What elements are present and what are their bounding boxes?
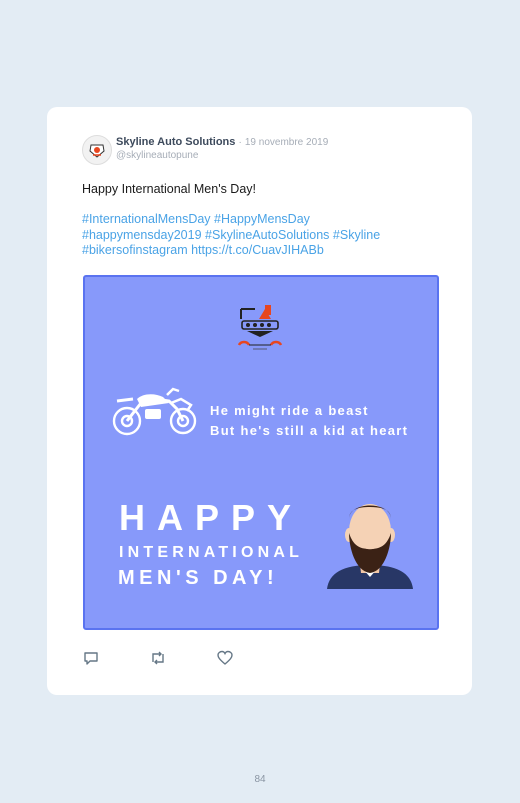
hashtag-link[interactable]: #InternationalMensDay	[82, 212, 211, 226]
tagline-line-2: But he's still a kid at heart	[210, 423, 409, 438]
reply-icon[interactable]	[83, 650, 99, 666]
tweet-text: Happy International Men's Day!	[82, 182, 257, 196]
bearded-man-icon	[327, 504, 413, 589]
user-handle[interactable]: @skylineautopune	[116, 150, 198, 161]
retweet-icon[interactable]	[149, 650, 167, 666]
hashtag-block: #InternationalMensDay #HappyMensDay #hap…	[82, 212, 442, 259]
tweet-actions	[83, 650, 283, 668]
tweet-card: Skyline Auto Solutions · 19 novembre 201…	[47, 107, 472, 695]
separator: ·	[238, 137, 242, 148]
hashtag-link[interactable]: #Skyline	[333, 228, 380, 242]
hashtag-link[interactable]: #SkylineAutoSolutions	[205, 228, 329, 242]
tagline: He might ride a beast But he's still a k…	[210, 401, 408, 441]
like-icon[interactable]	[217, 650, 233, 666]
company-logo-icon	[89, 144, 105, 158]
motorcycle-icon	[112, 387, 197, 436]
hashtag-link[interactable]: #HappyMensDay	[214, 212, 310, 226]
hashtag-link[interactable]: #bikersofinstagram	[82, 243, 188, 257]
skyline-logo-icon	[237, 305, 283, 350]
headline-international: INTERNATIONAL	[119, 544, 304, 561]
display-name[interactable]: Skyline Auto Solutions	[116, 136, 235, 148]
tweet-date[interactable]: 19 novembre 2019	[245, 137, 328, 148]
tagline-line-1: He might ride a beast	[210, 403, 369, 418]
hashtag-link[interactable]: #happymensday2019	[82, 228, 202, 242]
author-line: Skyline Auto Solutions · 19 novembre 201…	[116, 136, 328, 148]
page-number: 84	[254, 774, 266, 785]
tweet-image[interactable]: He might ride a beast But he's still a k…	[83, 275, 439, 630]
avatar[interactable]	[82, 135, 112, 165]
short-link[interactable]: https://t.co/CuavJIHABb	[191, 243, 324, 257]
headline-happy: HAPPY	[119, 497, 304, 538]
headline-mens-day: MEN'S DAY!	[118, 567, 279, 589]
